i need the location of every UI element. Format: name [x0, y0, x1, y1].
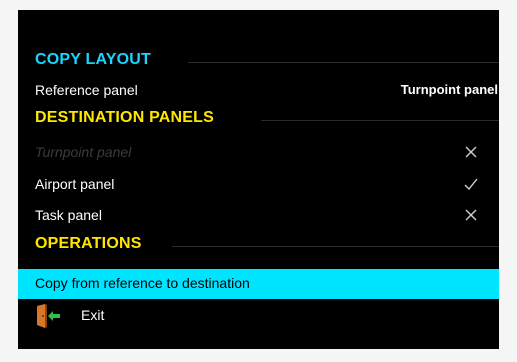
destination-item-task-panel[interactable]: Task panel: [18, 201, 499, 231]
exit-label: Exit: [81, 307, 105, 323]
section-divider: [172, 246, 499, 247]
copy-from-reference-label: Copy from reference to destination: [35, 275, 250, 291]
destination-panels-title: DESTINATION PANELS: [35, 109, 215, 126]
exit-button[interactable]: Exit: [18, 301, 499, 331]
section-divider: [188, 62, 499, 63]
copy-layout-section-header: COPY LAYOUT: [18, 48, 499, 78]
copy-from-reference-button[interactable]: Copy from reference to destination: [18, 269, 499, 299]
destination-item-label: Turnpoint panel: [35, 144, 132, 160]
cross-icon: [465, 209, 477, 221]
check-icon: [464, 178, 478, 191]
reference-panel-row[interactable]: Reference panel Turnpoint panel: [18, 76, 499, 106]
destination-item-airport-panel[interactable]: Airport panel: [18, 170, 499, 200]
operations-title: OPERATIONS: [35, 235, 142, 252]
destination-panels-section-header: DESTINATION PANELS: [18, 106, 499, 136]
destination-item-turnpoint-panel[interactable]: Turnpoint panel: [18, 138, 499, 168]
copy-layout-title: COPY LAYOUT: [35, 51, 152, 68]
copy-layout-dialog: COPY LAYOUT Reference panel Turnpoint pa…: [18, 10, 499, 349]
destination-item-label: Airport panel: [35, 176, 115, 192]
reference-panel-label: Reference panel: [35, 82, 138, 98]
exit-door-icon: [37, 304, 60, 328]
operations-section-header: OPERATIONS: [18, 232, 499, 262]
destination-item-label: Task panel: [35, 207, 102, 223]
reference-panel-value: Turnpoint panel: [400, 82, 498, 97]
section-divider: [261, 120, 499, 121]
cross-icon: [465, 146, 477, 158]
